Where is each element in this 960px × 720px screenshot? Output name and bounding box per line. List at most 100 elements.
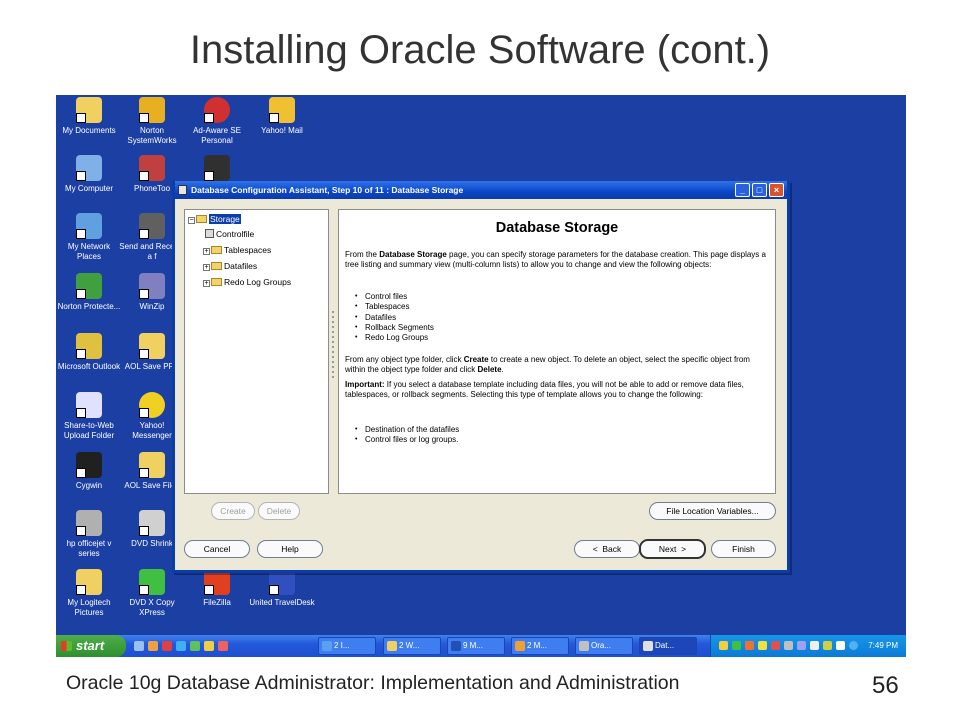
objects-list: Control files Tablespaces Datafiles Roll… — [355, 292, 434, 344]
minimize-button[interactable]: _ — [735, 183, 750, 197]
tray-icon[interactable] — [810, 641, 819, 650]
quick-launch-icon[interactable] — [218, 641, 228, 651]
finish-button[interactable]: Finish — [711, 540, 776, 558]
tree-node-storage[interactable]: − Storage — [188, 213, 241, 225]
tree-node-datafiles[interactable]: + Datafiles — [203, 260, 257, 272]
desktop-icon-my-network-places[interactable]: My Network Places — [56, 213, 122, 262]
quick-launch-icon[interactable] — [204, 641, 214, 651]
dvd-x-copy-icon — [139, 569, 165, 595]
tree-node-redo-log-groups[interactable]: + Redo Log Groups — [203, 276, 291, 288]
desktop-icon-my-documents[interactable]: My Documents — [56, 97, 122, 136]
computer-icon — [76, 155, 102, 181]
taskbar-button-mail[interactable]: 2 M... — [511, 637, 569, 655]
expand-icon[interactable]: + — [203, 248, 210, 255]
desktop-icon-norton-systemworks[interactable]: Norton SystemWorks — [119, 97, 185, 146]
tray-icon[interactable] — [784, 641, 793, 650]
cancel-button[interactable]: Cancel — [184, 540, 250, 558]
folder-icon — [211, 262, 222, 270]
intro-paragraph: From the Database Storage page, you can … — [345, 250, 766, 270]
desktop-icon-yahoo-mail[interactable]: Yahoo! Mail — [249, 97, 315, 136]
network-icon — [76, 213, 102, 239]
dbca-dialog: Database Configuration Assistant, Step 1… — [172, 181, 790, 573]
desktop-icon-filezilla[interactable]: FileZilla — [184, 569, 250, 608]
quick-launch-icon[interactable] — [190, 641, 200, 651]
tray-icon[interactable] — [771, 641, 780, 650]
collapse-icon[interactable]: − — [188, 217, 195, 224]
folder-icon — [211, 246, 222, 254]
winzip-icon — [139, 273, 165, 299]
quick-launch-icon[interactable] — [134, 641, 144, 651]
maximize-button[interactable]: □ — [752, 183, 767, 197]
norton-icon — [139, 97, 165, 123]
taskbar-button-explorer[interactable]: 2 W... — [383, 637, 441, 655]
list-item: Rollback Segments — [355, 323, 434, 334]
network-icon[interactable] — [797, 641, 806, 650]
desktop-icon-dvd-x-copy[interactable]: DVD X Copy XPress — [119, 569, 185, 618]
volume-icon[interactable] — [836, 641, 845, 650]
desktop-icon-cygwin[interactable]: Cygwin — [56, 452, 122, 491]
back-button[interactable]: < Back — [574, 540, 640, 558]
taskbar-button-oracle[interactable]: Ora... — [575, 637, 633, 655]
quick-launch-icon[interactable] — [162, 641, 172, 651]
web-folder-icon — [76, 392, 102, 418]
taskbar-button-dbca[interactable]: Dat... — [639, 637, 697, 655]
close-button[interactable]: × — [769, 183, 784, 197]
create-button[interactable]: Create — [211, 502, 255, 520]
taskbar: start 2 I... 2 W... 9 M... 2 M... Ora...… — [56, 635, 906, 657]
desktop-icon-united-traveldesk[interactable]: United TravelDesk — [249, 569, 315, 608]
shield-icon[interactable] — [719, 641, 728, 650]
dvd-icon — [204, 155, 230, 181]
folder-icon — [211, 278, 222, 286]
desktop-icon-norton-protected[interactable]: Norton Protecte... — [56, 273, 122, 312]
desktop-icon-logitech-pictures[interactable]: My Logitech Pictures — [56, 569, 122, 618]
ie-icon — [322, 641, 332, 651]
ad-aware-icon — [204, 97, 230, 123]
mail-icon — [515, 641, 525, 651]
controlfile-icon — [205, 229, 214, 238]
desktop-icon-share-to-web[interactable]: Share-to-Web Upload Folder — [56, 392, 122, 441]
desktop-icon-dvd[interactable] — [184, 155, 250, 184]
tray-icon[interactable] — [745, 641, 754, 650]
search-icon[interactable] — [849, 641, 858, 650]
list-item: Control files or log groups. — [355, 435, 459, 446]
messenger-icon — [139, 392, 165, 418]
desktop-icon-my-computer[interactable]: My Computer — [56, 155, 122, 194]
messenger-icon[interactable] — [758, 641, 767, 650]
desktop-icon-ad-aware[interactable]: Ad-Aware SE Personal — [184, 97, 250, 146]
fax-icon — [139, 213, 165, 239]
start-button[interactable]: start — [56, 635, 126, 657]
next-button[interactable]: Next > — [639, 539, 706, 559]
tray-icon[interactable] — [823, 641, 832, 650]
delete-button[interactable]: Delete — [258, 502, 300, 520]
quick-launch-icon[interactable] — [176, 641, 186, 651]
tree-label-datafiles: Datafiles — [224, 261, 258, 271]
help-button[interactable]: Help — [257, 540, 323, 558]
mail-icon — [269, 97, 295, 123]
tree-node-tablespaces[interactable]: + Tablespaces — [203, 244, 271, 256]
tree-label-tablespaces: Tablespaces — [224, 245, 272, 255]
desktop-icon-outlook[interactable]: Microsoft Outlook — [56, 333, 122, 372]
slide-footer: Oracle 10g Database Administrator: Imple… — [66, 672, 680, 694]
expand-icon[interactable]: + — [203, 280, 210, 287]
folder-icon — [139, 333, 165, 359]
list-item: Datafiles — [355, 313, 434, 324]
tree-node-controlfile[interactable]: Controlfile — [205, 228, 254, 240]
folder-icon — [387, 641, 397, 651]
quick-launch-icon[interactable] — [148, 641, 158, 651]
tray-icon[interactable] — [732, 641, 741, 650]
list-item: Control files — [355, 292, 434, 303]
file-location-variables-button[interactable]: File Location Variables... — [649, 502, 776, 520]
dialog-titlebar[interactable]: Database Configuration Assistant, Step 1… — [175, 181, 787, 199]
taskbar-button-word[interactable]: 9 M... — [447, 637, 505, 655]
expand-icon[interactable]: + — [203, 264, 210, 271]
list-item: Redo Log Groups — [355, 333, 434, 344]
app-icon — [178, 185, 187, 195]
dialog-title: Database Configuration Assistant, Step 1… — [191, 185, 464, 195]
tree-label-storage: Storage — [209, 214, 241, 224]
changes-list: Destination of the datafiles Control fil… — [355, 425, 459, 446]
taskbar-button-ie[interactable]: 2 I... — [318, 637, 376, 655]
list-item: Tablespaces — [355, 302, 434, 313]
phone-icon — [139, 155, 165, 181]
desktop-icon-hp-officejet[interactable]: hp officejet v series — [56, 510, 122, 559]
panel-splitter[interactable] — [332, 311, 334, 381]
